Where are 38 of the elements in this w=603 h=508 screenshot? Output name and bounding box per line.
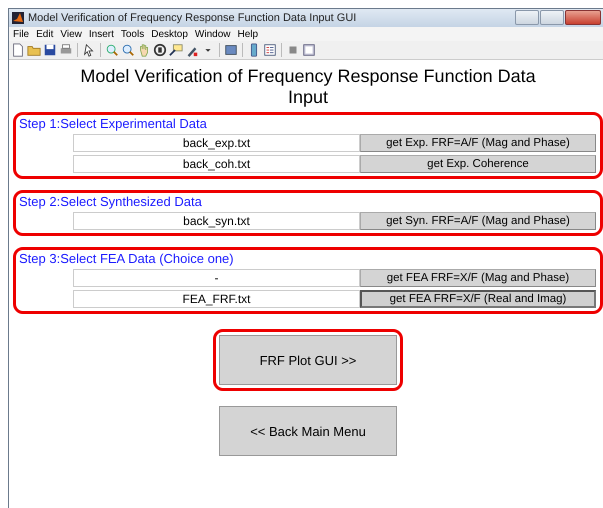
menu-item[interactable]: Window [194, 28, 230, 40]
maximize-button[interactable] [540, 10, 564, 25]
new-file-icon[interactable] [11, 43, 25, 57]
load-button[interactable]: get FEA FRF=X/F (Real and Imag) [360, 290, 596, 308]
file-field[interactable]: back_syn.txt [73, 212, 360, 230]
data-cursor-icon[interactable] [169, 43, 183, 57]
window-title: Model Verification of Frequency Response Function Data Input GUI [28, 12, 358, 24]
close-button[interactable] [565, 10, 601, 25]
file-field[interactable]: - [73, 269, 360, 287]
zoom-out-icon[interactable] [121, 43, 135, 57]
save-icon[interactable] [43, 43, 57, 57]
page-heading: Model Verification of Frequency Response Function Data Input [79, 66, 537, 108]
menu-item[interactable]: View [60, 28, 82, 40]
legend-icon[interactable] [263, 43, 277, 57]
window-icon[interactable] [302, 43, 316, 57]
load-button[interactable]: get Exp. Coherence [360, 155, 596, 173]
nav-button[interactable]: FRF Plot GUI >> [219, 335, 397, 385]
zoom-in-icon[interactable] [105, 43, 119, 57]
step-title: Step 2:Select Synthesized Data [19, 194, 203, 209]
step-title: Step 1:Select Experimental Data [19, 116, 208, 131]
step-title: Step 3:Select FEA Data (Choice one) [19, 251, 235, 266]
menu-item[interactable]: Insert [88, 28, 114, 40]
menu-item[interactable]: File [13, 28, 30, 40]
menu-item[interactable]: Desktop [151, 28, 188, 40]
load-button[interactable]: get FEA FRF=X/F (Mag and Phase) [360, 269, 596, 287]
app-logo-icon [12, 12, 24, 24]
file-field[interactable]: back_coh.txt [73, 155, 360, 173]
nav-button[interactable]: << Back Main Menu [219, 406, 397, 456]
menu-item[interactable]: Edit [36, 28, 54, 40]
folder-icon[interactable] [27, 43, 41, 57]
pointer-icon[interactable] [82, 43, 96, 57]
file-field[interactable]: FEA_FRF.txt [73, 290, 360, 308]
load-button[interactable]: get Syn. FRF=A/F (Mag and Phase) [360, 212, 596, 230]
minimize-button[interactable] [515, 10, 539, 25]
menu-item[interactable]: Help [238, 28, 258, 40]
file-field[interactable]: back_exp.txt [73, 134, 360, 152]
load-button[interactable]: get Exp. FRF=A/F (Mag and Phase) [360, 134, 596, 152]
menu-item[interactable]: Tools [120, 28, 144, 40]
